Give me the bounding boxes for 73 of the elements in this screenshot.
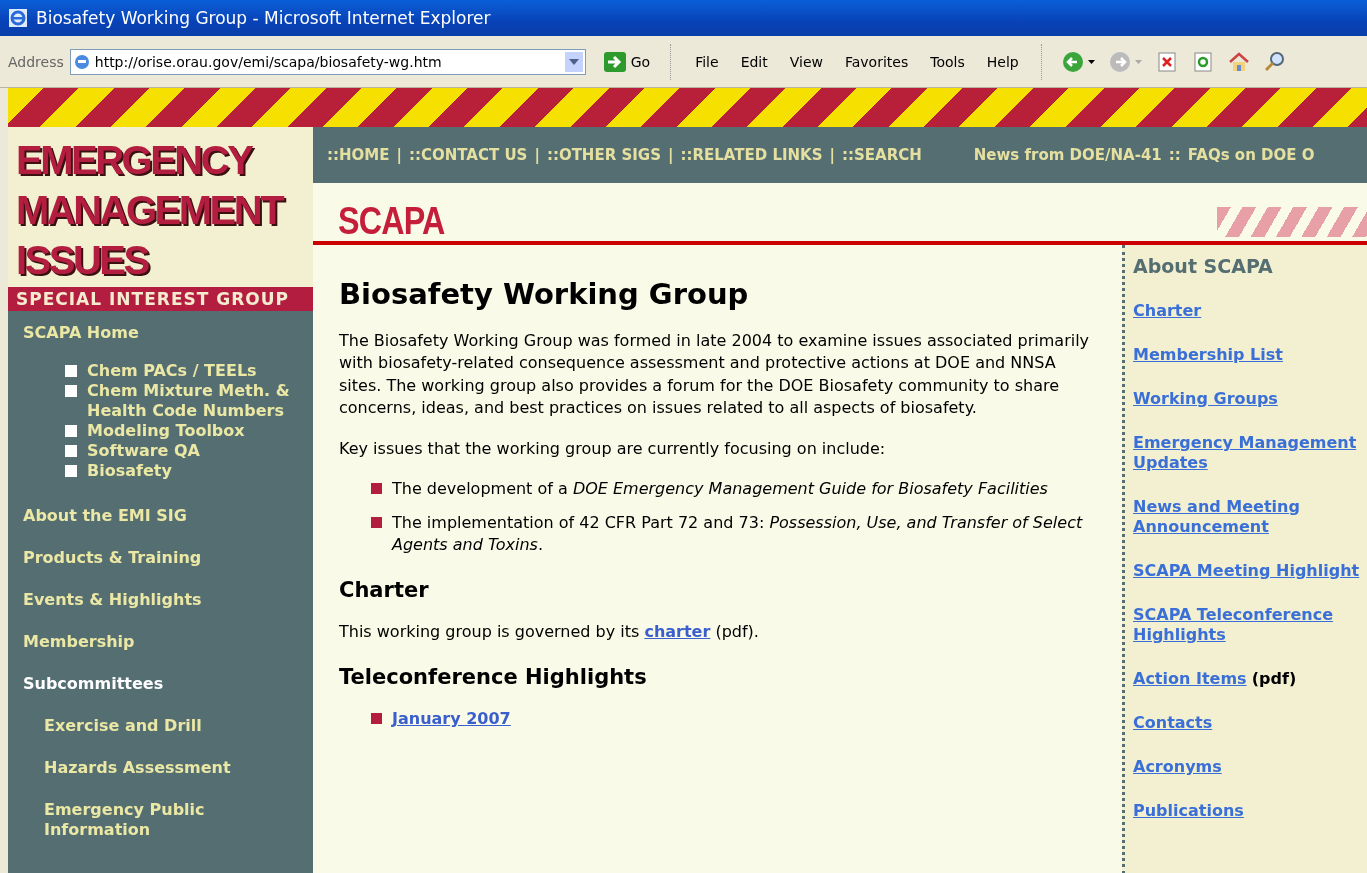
- menu-item[interactable]: File: [687, 51, 727, 72]
- dropdown-button[interactable]: [564, 51, 583, 72]
- menu-item[interactable]: Help: [978, 51, 1027, 72]
- nav-link[interactable]: About the EMI SIG: [23, 506, 298, 526]
- sidebar-title: About SCAPA: [1133, 255, 1274, 277]
- nav-link[interactable]: News from DOE/NA-41: [973, 146, 1162, 164]
- nav-link[interactable]: ::HOME: [327, 146, 390, 164]
- nav-link[interactable]: Membership: [23, 632, 298, 652]
- address-label: Address: [8, 53, 64, 70]
- logo-subtitle: SPECIAL INTEREST GROUP: [8, 287, 313, 311]
- nav-link[interactable]: SCAPA Home: [23, 323, 298, 343]
- sidebar-link[interactable]: Working Groups: [1133, 389, 1278, 409]
- nav-heading[interactable]: Subcommittees: [23, 674, 298, 694]
- nav-link[interactable]: Software QA: [87, 441, 200, 461]
- issue-text: The development of a DOE Emergency Management Guide for Biosafety Facilities: [392, 478, 1048, 500]
- sidebar-link[interactable]: Contacts: [1133, 713, 1213, 733]
- bullet-icon: [65, 425, 77, 437]
- charter-link[interactable]: charter: [644, 622, 711, 641]
- bullet-icon: [371, 483, 382, 494]
- pdf-note: (pdf): [1251, 669, 1297, 688]
- sidebar-link[interactable]: SCAPA Meeting Highlight: [1133, 561, 1360, 581]
- nav-link[interactable]: Emergency Public Information: [44, 800, 298, 840]
- separator: ::: [1168, 146, 1181, 164]
- bullet-icon: [65, 365, 77, 377]
- window-title: Biosafety Working Group - Microsoft Internet Explorer: [36, 8, 491, 28]
- caret-icon: [568, 58, 579, 65]
- nav-link[interactable]: Products & Training: [23, 548, 298, 568]
- sidebar-link[interactable]: Acronyms: [1133, 757, 1222, 777]
- teleconference-link[interactable]: January 2007: [392, 708, 511, 731]
- nav-link[interactable]: Chem PACs / TEELs: [87, 361, 257, 381]
- go-button[interactable]: Go: [597, 50, 657, 73]
- caret-icon: [1087, 59, 1095, 64]
- issue-text: The implementation of 42 CFR Part 72 and 73: Possession, Use, and Transfer of Select Agents and Toxins.: [392, 511, 1084, 556]
- menu-item[interactable]: Tools: [922, 51, 973, 72]
- bullet-icon: [65, 385, 77, 397]
- nav-link[interactable]: FAQs on DOE O: [1187, 146, 1315, 164]
- separator: |: [667, 146, 674, 164]
- caret-icon: [1134, 59, 1142, 64]
- bullet-icon: [371, 713, 382, 724]
- nav-link[interactable]: Hazards Assessment: [44, 758, 298, 778]
- nav-link[interactable]: Events & Highlights: [23, 590, 298, 610]
- nav-link[interactable]: Modeling Toolbox: [87, 421, 245, 441]
- issues-intro: Key issues that the working group are currently focusing on include:: [339, 437, 887, 460]
- logo: EMERGENCY MANAGEMENT ISSUES: [8, 127, 313, 287]
- bullet-icon: [371, 516, 382, 528]
- sidebar-link[interactable]: Charter: [1133, 301, 1202, 321]
- section-heading: Teleconference Highlights: [339, 665, 648, 688]
- nav-link[interactable]: Exercise and Drill: [44, 716, 298, 736]
- bullet-icon: [65, 445, 77, 457]
- sidebar-link[interactable]: Action Items: [1133, 669, 1247, 689]
- bullet-icon: [65, 465, 77, 477]
- menu-item[interactable]: View: [781, 51, 831, 72]
- intro-paragraph: The Biosafety Working Group was formed in late 2004 to examine issues associated primarily with biosafety-related consequence assessment and protective actions at DOE and NNSA sites. The working group also provides a forum for the DOE Biosafety community to share concerns, ideas, and best practices on issues related to all aspects of biosafety.: [339, 329, 1091, 419]
- section-title: SCAPA: [338, 201, 445, 241]
- nav-link[interactable]: ::SEARCH: [842, 146, 922, 164]
- sidebar-link[interactable]: Emergency Management Updates: [1133, 433, 1367, 473]
- sidebar-link[interactable]: Publications: [1133, 801, 1244, 821]
- separator: |: [829, 146, 835, 164]
- sidebar-link[interactable]: News and Meeting Announcement: [1133, 497, 1367, 537]
- separator: |: [396, 146, 402, 164]
- separator: |: [534, 146, 540, 164]
- menu-item[interactable]: Favorites: [837, 51, 917, 72]
- section-heading: Charter: [339, 578, 430, 601]
- nav-link[interactable]: Biosafety: [87, 461, 172, 481]
- charter-sentence: This working group is governed by its charter (pdf).: [339, 621, 760, 643]
- nav-link[interactable]: ::RELATED LINKS: [680, 146, 823, 164]
- nav-link[interactable]: ::OTHER SIGS: [546, 146, 661, 164]
- nav-link[interactable]: Chem Mixture Meth. & Health Code Numbers: [87, 381, 298, 421]
- sidebar-link[interactable]: SCAPA Teleconference Highlights: [1133, 605, 1367, 645]
- menu-item[interactable]: Edit: [732, 51, 776, 72]
- sidebar-link[interactable]: Membership List: [1133, 345, 1283, 365]
- address-field[interactable]: http://orise.orau.gov/emi/scapa/biosafety-wg.htm: [69, 48, 586, 75]
- nav-link[interactable]: ::CONTACT US: [408, 146, 528, 164]
